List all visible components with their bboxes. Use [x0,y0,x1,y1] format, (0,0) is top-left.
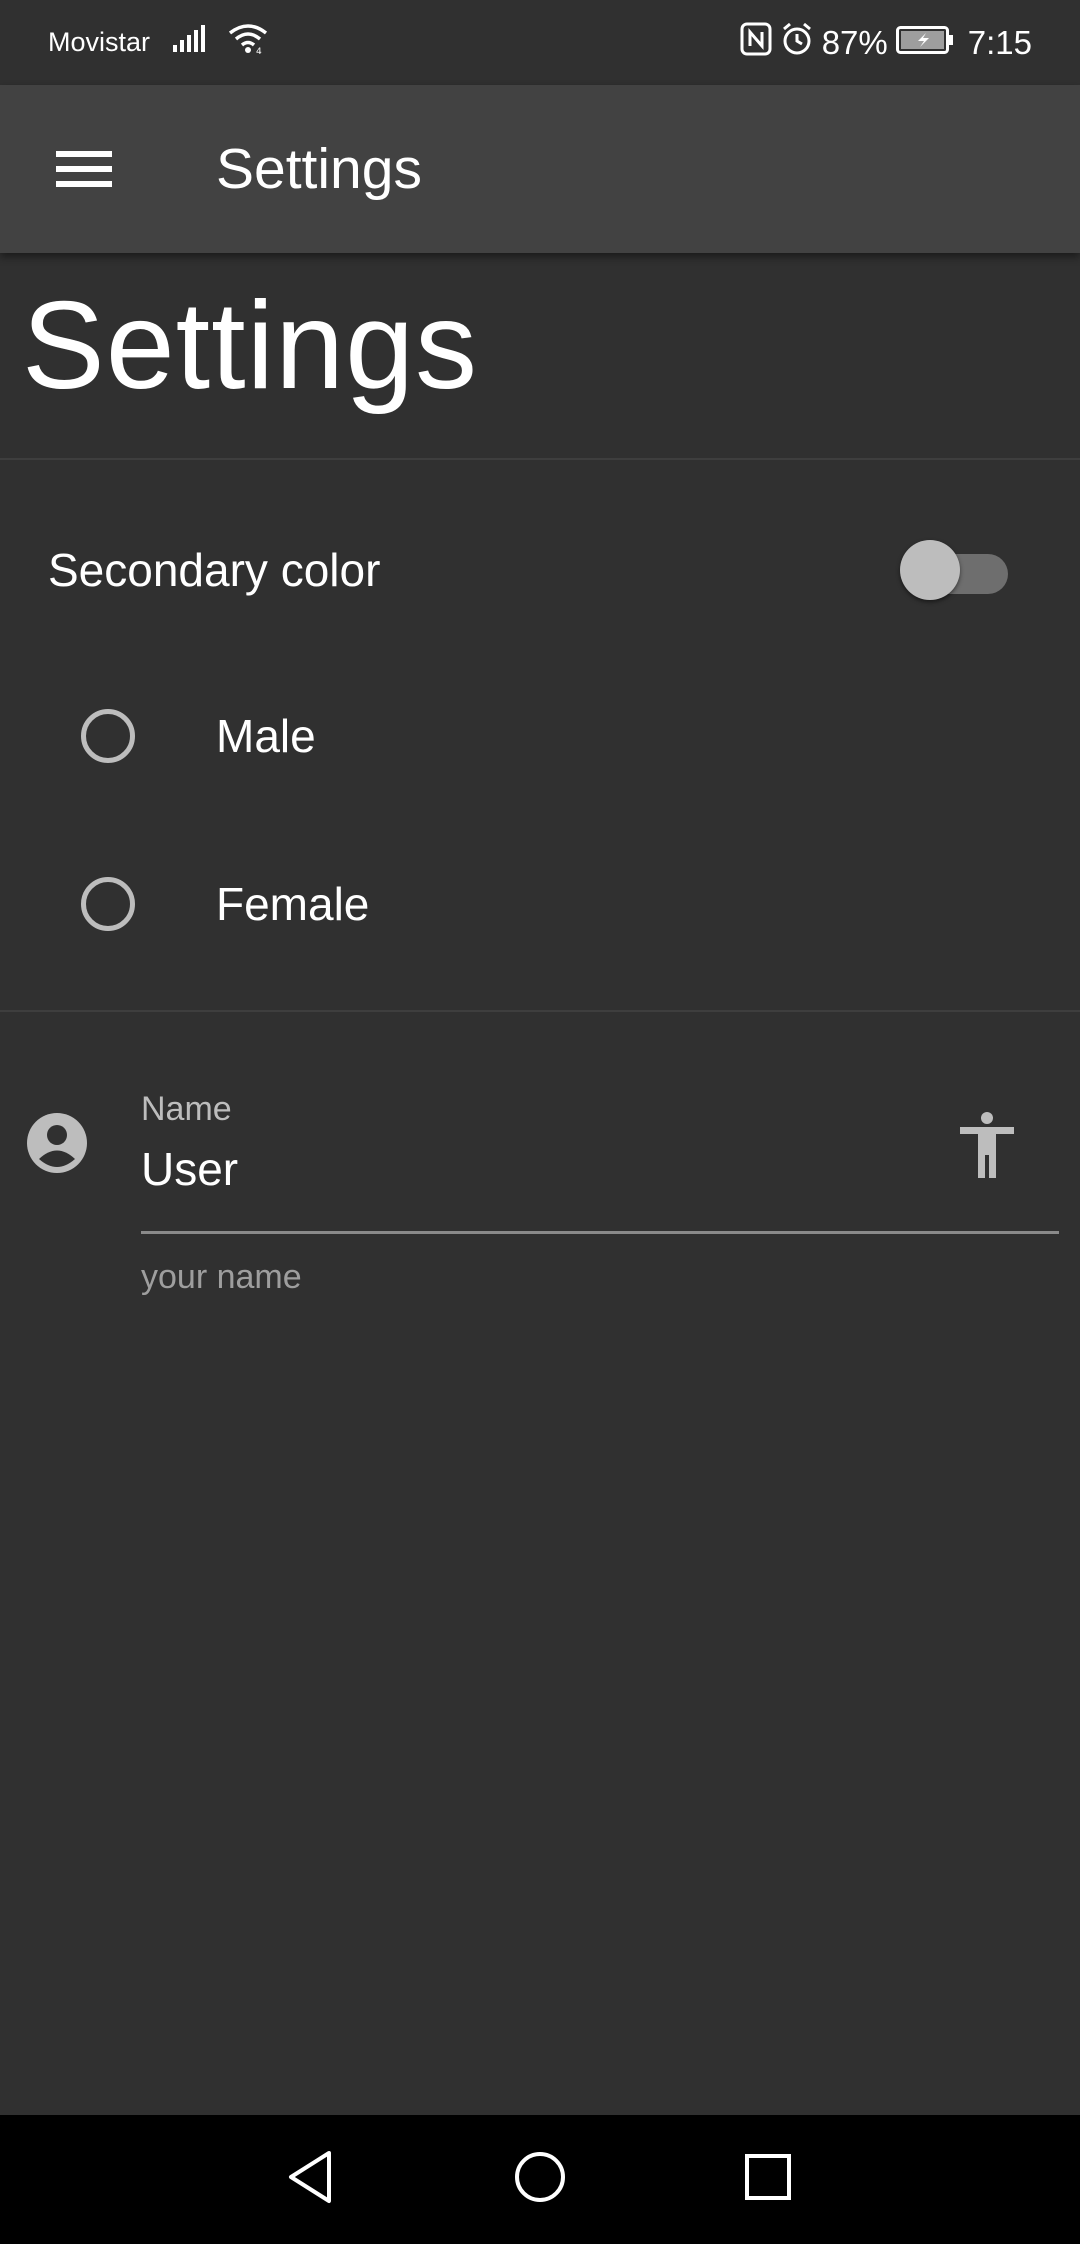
home-icon [513,2150,567,2209]
page-title: Settings [22,277,479,415]
account-circle-icon [26,1112,88,1174]
app-bar-title: Settings [216,137,422,201]
radio-option-male[interactable]: Male [0,652,1080,820]
radio-label: Male [216,710,316,762]
divider [0,458,1080,460]
secondary-color-setting[interactable]: Secondary color [0,500,1080,640]
menu-button[interactable] [0,85,168,253]
secondary-color-switch[interactable] [900,540,1012,600]
nfc-icon [740,22,772,64]
signal-icon [172,25,206,60]
radio-option-female[interactable]: Female [0,820,1080,988]
carrier-name: Movistar [48,27,151,57]
battery-percent: 87% [821,23,888,61]
switch-label: Secondary color [48,544,381,596]
radio-label: Female [216,878,370,930]
clock: 7:15 [967,23,1032,61]
name-field-underline [141,1231,1059,1234]
switch-thumb [900,540,960,600]
battery-charging-icon [895,24,954,62]
name-field-label: Name [141,1090,232,1128]
system-nav-bar [0,2115,1080,2244]
status-bar: Movistar 4 87% 7:15 [0,0,1080,85]
alarm-icon [780,22,814,64]
svg-text:4: 4 [256,47,262,55]
radio-button[interactable] [81,709,135,763]
name-input[interactable]: User [141,1142,238,1196]
recents-button[interactable] [698,2115,838,2244]
status-left: Movistar 4 [48,23,268,62]
app-bar: Settings [0,85,1080,253]
status-right: 87% 7:15 [740,22,1032,64]
radio-button[interactable] [81,877,135,931]
back-button[interactable] [240,2115,380,2244]
recents-icon [744,2153,792,2206]
home-button[interactable] [470,2115,610,2244]
divider [0,1010,1080,1012]
accessibility-icon[interactable] [956,1110,1018,1180]
wifi-icon: 4 [228,23,268,62]
name-field-helper-text: your name [141,1258,302,1296]
back-icon [285,2149,335,2210]
hamburger-menu-icon [56,142,112,196]
